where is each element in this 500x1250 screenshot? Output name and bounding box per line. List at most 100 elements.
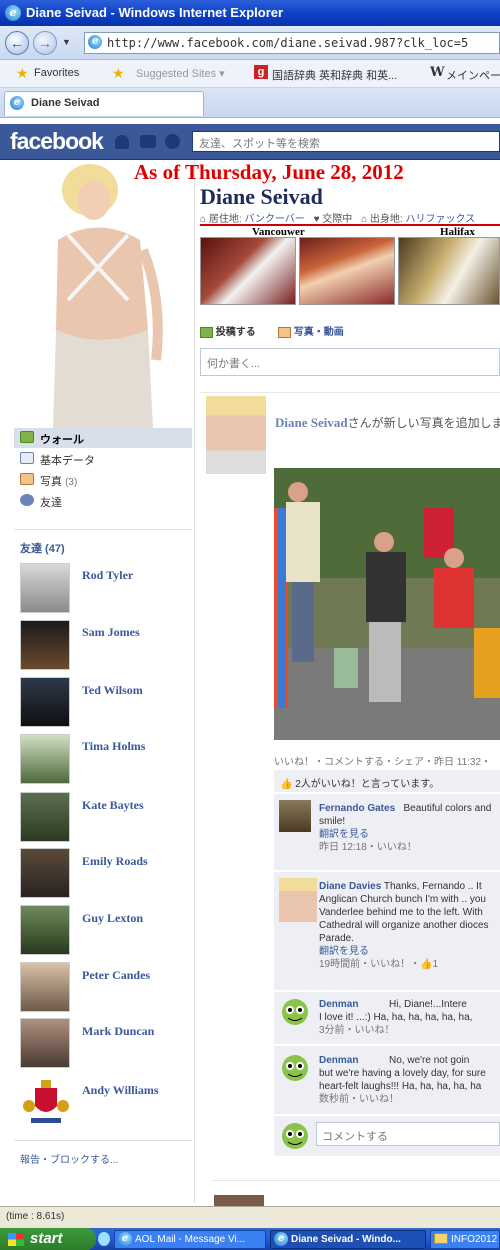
page-icon: e (88, 35, 102, 49)
favorites-button[interactable]: Favorites (34, 67, 79, 79)
photo-strip-1[interactable] (200, 237, 296, 305)
facebook-search-input[interactable]: 友達、スポット等を検索 (192, 131, 500, 152)
folder-icon (434, 1233, 448, 1244)
post-likes: 👍 2人がいいね！と言っています。 (274, 770, 500, 792)
wiki-link[interactable]: メインページ (446, 67, 500, 83)
messages-icon[interactable] (140, 135, 156, 148)
comment-avatar[interactable] (279, 878, 317, 922)
friend-name[interactable]: Guy Lexton (82, 911, 143, 926)
photo-strip-3[interactable] (398, 237, 500, 305)
menu-basic-info[interactable]: 基本データ (14, 449, 192, 469)
window-title: Diane Seivad - Windows Internet Explorer (26, 5, 284, 20)
menu-basic-info-label: 基本データ (40, 455, 95, 467)
menu-friends[interactable]: 友達 (14, 491, 192, 511)
forward-button[interactable]: → (33, 31, 57, 55)
friend-avatar[interactable] (20, 734, 70, 784)
menu-photos[interactable]: 写真 (3) (14, 470, 192, 490)
friend-name[interactable]: Mark Duncan (82, 1024, 154, 1039)
add-favorite-icon[interactable]: ★ (112, 65, 125, 82)
comment-meta[interactable]: 19時間前・いいね！・👍1 (319, 959, 438, 970)
friend-name[interactable]: Ted Wilsom (82, 683, 143, 698)
friend-name[interactable]: Kate Baytes (82, 798, 144, 813)
post-actions[interactable]: いいね！・コメントする・シェア・昨日 11:32・ (274, 753, 491, 768)
tab-label: Diane Seivad (31, 97, 100, 109)
friend-avatar[interactable] (20, 620, 70, 670)
notifications-icon[interactable] (165, 134, 180, 149)
tab-diane-seivad[interactable]: Diane Seivad (4, 91, 204, 116)
post-header: Diane Seivadさんが新しい写真を追加しま (275, 414, 500, 431)
friend-avatar[interactable] (20, 792, 70, 842)
comment-input[interactable]: コメントする (316, 1122, 500, 1146)
comment-line: Thanks, Fernando .. It (383, 881, 482, 892)
comment-avatar[interactable] (279, 996, 311, 1028)
comment-line: heart-felt laughs!!! Ha, ha, ha, ha, ha (319, 1081, 482, 1092)
friend-name[interactable]: Sam Jomes (82, 625, 140, 640)
translate-link[interactable]: 翻訳を見る (319, 946, 369, 957)
task-diane-seivad[interactable]: Diane Seivad - Windo... (270, 1230, 426, 1249)
comment-line: but we're having a lovely day, for sure (319, 1068, 486, 1079)
friend-name[interactable]: Emily Roads (82, 854, 148, 869)
facebook-logo[interactable]: facebook (10, 128, 104, 155)
report-block-link[interactable]: 報告・ブロックする... (20, 1151, 118, 1166)
comment-meta[interactable]: 数秒前・いいね！ (319, 1094, 399, 1105)
tab-page-icon: e (10, 96, 24, 110)
comment-meta[interactable]: 昨日 12:18・いいね！ (319, 842, 417, 853)
friend-avatar[interactable] (20, 962, 70, 1012)
comment-author[interactable]: Denman (319, 999, 358, 1010)
task-aol-mail[interactable]: AOL Mail - Message Vi... (114, 1230, 266, 1249)
friend-name[interactable]: Peter Candes (82, 968, 150, 983)
menu-friends-label: 友達 (40, 497, 62, 509)
composer-post-tab[interactable]: 投稿する (200, 323, 256, 338)
post-icon (200, 326, 213, 338)
photo-tab-label: 写真・動画 (293, 327, 344, 338)
favorites-bar: ★ Favorites ★ Suggested Sites ▾ g 国語辞典 英… (0, 60, 500, 88)
composer-photo-tab[interactable]: 写真・動画 (278, 323, 344, 338)
friend-name[interactable]: Andy Williams (82, 1083, 159, 1098)
friend-name[interactable]: Tima Holms (82, 739, 145, 754)
comment-avatar[interactable] (279, 800, 311, 832)
divider (212, 1180, 500, 1181)
profile-name[interactable]: Diane Seivad (200, 184, 323, 210)
comment-line: smile! (319, 816, 346, 827)
history-dropdown-icon[interactable]: ▼ (62, 37, 71, 47)
next-post-avatar[interactable] (214, 1195, 264, 1206)
post-tab-label: 投稿する (215, 327, 256, 338)
composer-input[interactable]: 何か書く... (200, 348, 500, 376)
comment-author[interactable]: Diane Davies (319, 881, 381, 892)
friend-name[interactable]: Rod Tyler (82, 568, 133, 583)
friend-avatar[interactable] (20, 848, 70, 898)
my-avatar (282, 1123, 308, 1149)
post-author-avatar[interactable] (206, 396, 266, 474)
ie-task-icon: e (274, 1232, 288, 1246)
suggested-sites-link[interactable]: Suggested Sites ▾ (136, 67, 225, 80)
friend-avatar[interactable] (20, 677, 70, 727)
hometown-icon: ⌂ (361, 214, 368, 225)
favorites-star-icon: ★ (16, 65, 29, 81)
menu-wall[interactable]: ウォール (14, 428, 192, 448)
task-label: INFO2012 (451, 1234, 498, 1245)
translate-link[interactable]: 翻訳を見る (319, 829, 369, 840)
friend-requests-icon[interactable] (115, 135, 129, 149)
address-input[interactable]: http://www.facebook.com/diane.seivad.987… (84, 32, 500, 54)
hometown-link[interactable]: ハリファックス (405, 214, 475, 224)
comment-line: Beautiful colors and (403, 803, 492, 814)
location-link[interactable]: バンクーバー (244, 214, 304, 224)
friend-avatar[interactable] (20, 563, 70, 613)
friends-header[interactable]: 友達 (47) (20, 540, 65, 556)
dictionary-link[interactable]: 国語辞典 英和辞典 和英... (272, 67, 397, 83)
quick-launch-icon[interactable] (98, 1232, 110, 1246)
comment-author[interactable]: Fernando Gates (319, 803, 395, 814)
friend-avatar[interactable] (20, 1018, 70, 1068)
post-author-link[interactable]: Diane Seivad (275, 415, 348, 430)
friend-avatar-crest[interactable] (20, 1075, 70, 1125)
comment-avatar[interactable] (279, 1052, 311, 1084)
menu-photos-label: 写真 (40, 476, 62, 488)
friend-avatar[interactable] (20, 905, 70, 955)
photo-strip-2[interactable] (299, 237, 395, 305)
back-button[interactable]: ← (5, 31, 29, 55)
profile-picture[interactable] (28, 160, 168, 428)
comment-author[interactable]: Denman (319, 1055, 358, 1066)
home-icon: ⌂ (200, 214, 207, 225)
comment-meta[interactable]: 3分前・いいね！ (319, 1025, 395, 1036)
post-photo[interactable] (274, 468, 500, 740)
